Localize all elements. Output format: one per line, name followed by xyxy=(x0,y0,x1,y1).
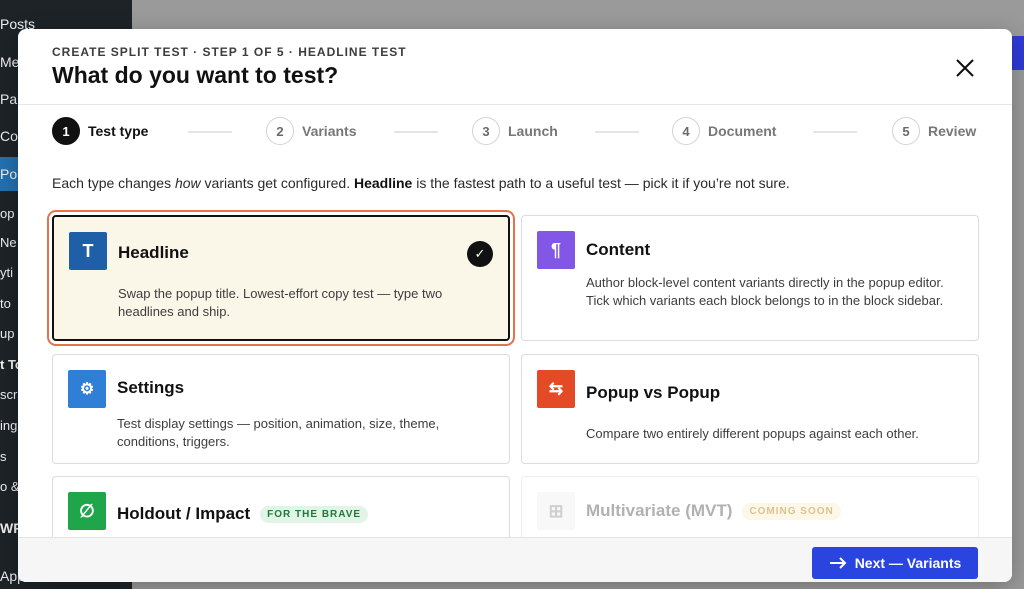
check-icon: ✓ xyxy=(467,241,493,267)
step-label: Test type xyxy=(88,123,149,139)
step-label: Document xyxy=(708,123,777,139)
step-number: 2 xyxy=(266,117,294,145)
step-variants[interactable]: 2 Variants xyxy=(266,117,356,145)
card-title-text: Headline xyxy=(118,243,189,262)
step-launch[interactable]: 3 Launch xyxy=(472,117,558,145)
step-number: 4 xyxy=(672,117,700,145)
step-number: 1 xyxy=(52,117,80,145)
badge-for-the-brave: FOR THE BRAVE xyxy=(260,505,369,523)
paragraph-icon: ¶ xyxy=(537,231,575,269)
swap-icon: ⇆ xyxy=(537,370,575,408)
badge-coming-soon: COMING SOON xyxy=(742,502,841,520)
card-popup-vs-popup[interactable]: ⇆ Popup vs Popup Compare two entirely di… xyxy=(521,354,979,464)
wp-submenu-10[interactable]: o & xyxy=(0,479,20,494)
next-button[interactable]: Next — Variants xyxy=(812,547,978,579)
modal-footer: Next — Variants xyxy=(18,537,1012,582)
gear-icon: ⚙ xyxy=(68,370,106,408)
card-description: Swap the popup title. Lowest-effort copy… xyxy=(118,286,443,319)
card-title: Multivariate (MVT) COMING SOON xyxy=(586,501,841,521)
step-label: Launch xyxy=(508,123,558,139)
modal-eyebrow: CREATE SPLIT TEST · STEP 1 OF 5 · HEADLI… xyxy=(52,45,407,59)
card-title-text: Multivariate (MVT) xyxy=(586,501,733,520)
wp-submenu-9[interactable]: s xyxy=(0,449,7,464)
card-content[interactable]: ¶ Content Author block-level content var… xyxy=(521,215,979,341)
card-description: Test display settings — position, animat… xyxy=(117,416,440,449)
wp-submenu-8[interactable]: ing xyxy=(0,418,17,433)
card-title-text: Popup vs Popup xyxy=(586,383,721,402)
step-document[interactable]: 4 Document xyxy=(672,117,776,145)
grid-icon: ⊞ xyxy=(537,492,575,530)
split-test-modal: CREATE SPLIT TEST · STEP 1 OF 5 · HEADLI… xyxy=(18,29,1012,582)
close-button[interactable] xyxy=(954,57,976,79)
wp-submenu-3[interactable]: yti xyxy=(0,265,13,280)
wp-submenu-2[interactable]: Ne xyxy=(0,235,17,250)
step-label: Variants xyxy=(302,123,357,139)
next-button-label: Next — Variants xyxy=(854,555,962,571)
step-test-type[interactable]: 1 Test type xyxy=(52,117,148,145)
card-description: Author block-level content variants dire… xyxy=(586,275,944,308)
step-connector xyxy=(394,131,438,133)
wp-menu-media[interactable]: Me xyxy=(0,54,19,70)
wp-menu-pages[interactable]: Pa xyxy=(0,91,17,107)
card-headline[interactable]: T Headline Swap the popup title. Lowest-… xyxy=(52,215,510,341)
step-number: 3 xyxy=(472,117,500,145)
card-settings[interactable]: ⚙ Settings Test display settings — posit… xyxy=(52,354,510,464)
text-icon: T xyxy=(69,232,107,270)
card-title: Popup vs Popup xyxy=(586,383,720,403)
intro-part1: Each type changes xyxy=(52,175,175,191)
wp-menu-comments[interactable]: Co xyxy=(0,128,18,144)
wp-background-button xyxy=(1010,36,1024,70)
card-title: Headline xyxy=(118,243,189,263)
intro-part2: variants get configured. xyxy=(200,175,354,191)
step-connector xyxy=(188,131,232,133)
card-title-text: Content xyxy=(586,240,651,259)
step-label: Review xyxy=(928,123,977,139)
card-title-text: Holdout / Impact xyxy=(117,504,251,523)
step-connector xyxy=(595,131,639,133)
close-icon xyxy=(956,59,974,77)
arrow-right-icon xyxy=(829,557,847,569)
card-title: Content xyxy=(586,240,650,260)
stepper: 1 Test type 2 Variants 3 Launch 4 Docume… xyxy=(18,106,1012,156)
intro-text: Each type changes how variants get confi… xyxy=(52,175,790,191)
wp-submenu-4[interactable]: to xyxy=(0,296,11,311)
card-description: Compare two entirely different popups ag… xyxy=(586,426,919,441)
intro-emphasis: how xyxy=(174,175,201,191)
wp-submenu-1[interactable]: op xyxy=(0,206,14,221)
card-title: Holdout / Impact FOR THE BRAVE xyxy=(117,504,369,524)
wp-submenu-5[interactable]: up xyxy=(0,326,14,341)
modal-title: What do you want to test? xyxy=(52,62,339,88)
card-title-text: Settings xyxy=(117,378,185,397)
intro-part3: is the fastest path to a useful test — p… xyxy=(412,175,790,191)
step-connector xyxy=(813,131,857,133)
intro-bold: Headline xyxy=(353,175,413,191)
modal-header: CREATE SPLIT TEST · STEP 1 OF 5 · HEADLI… xyxy=(18,29,1012,105)
step-number: 5 xyxy=(892,117,920,145)
holdout-icon: ∅ xyxy=(68,492,106,530)
step-review[interactable]: 5 Review xyxy=(892,117,976,145)
card-title: Settings xyxy=(117,378,184,398)
wp-submenu-7[interactable]: scr xyxy=(0,387,17,402)
